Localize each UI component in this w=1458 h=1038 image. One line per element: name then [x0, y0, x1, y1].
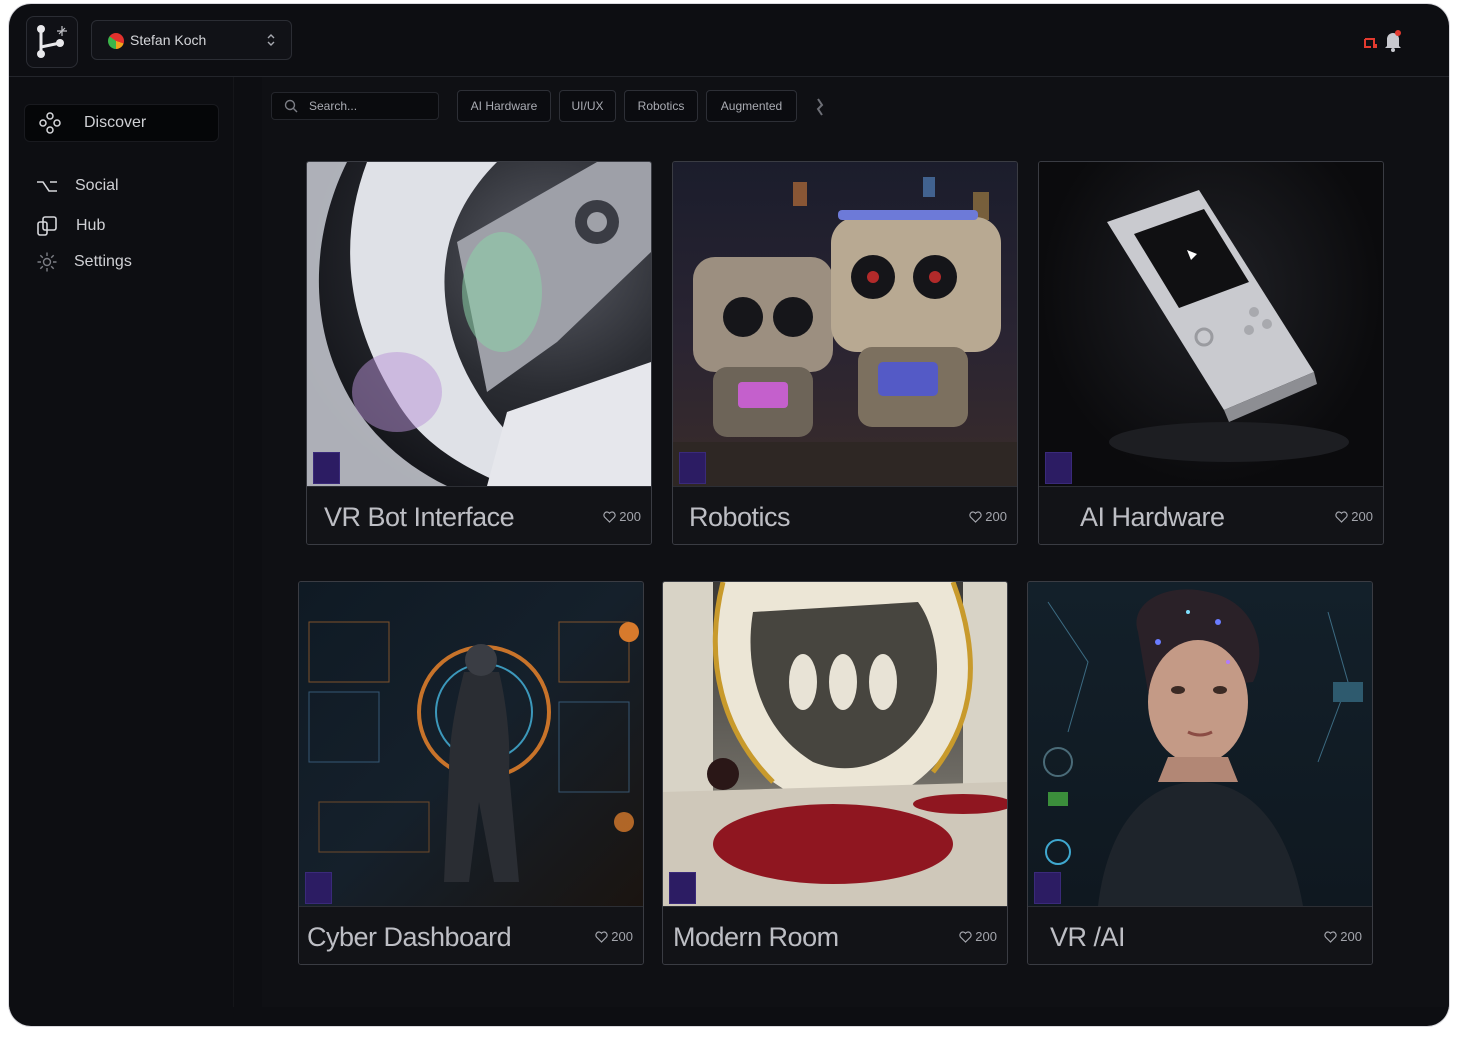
card-title: VR /AI [1050, 922, 1126, 952]
like-count: 200 [1351, 509, 1373, 524]
category-badge [679, 452, 706, 484]
heart-icon [969, 511, 982, 523]
search-input[interactable]: Search... [271, 92, 439, 120]
sidebar-item-social[interactable]: Social [24, 168, 217, 204]
card-image [299, 582, 643, 906]
like-button[interactable]: 200 [595, 929, 633, 944]
like-count: 200 [975, 929, 997, 944]
card-footer: Robotics 200 [673, 486, 1017, 544]
card-image [673, 162, 1017, 486]
sidebar-item-label: Discover [84, 114, 147, 131]
top-bar: Stefan Koch [9, 4, 1449, 77]
category-badge [305, 872, 332, 904]
card-vr-bot-interface[interactable]: VR Bot Interface 200 [306, 161, 652, 545]
like-count: 200 [1340, 929, 1362, 944]
heart-icon [959, 931, 972, 943]
card-footer: VR /AI 200 [1028, 906, 1372, 964]
user-switcher[interactable]: Stefan Koch [91, 20, 292, 60]
sidebar-item-label: Hub [76, 217, 106, 234]
user-name: Stefan Koch [130, 32, 207, 48]
option-key-icon [36, 175, 58, 197]
discover-icon [39, 112, 61, 134]
category-badge [669, 872, 696, 904]
card-ai-hardware[interactable]: AI Hardware 200 [1038, 161, 1384, 545]
card-modern-room[interactable]: Modern Room 200 [662, 581, 1008, 965]
card-robotics[interactable]: Robotics 200 [672, 161, 1018, 545]
card-title: Robotics [689, 502, 791, 532]
sidebar: Discover Social Hub Settings [9, 77, 234, 1007]
filter-chip-augmented[interactable]: Augmented [706, 90, 797, 122]
card-cyber-dashboard[interactable]: Cyber Dashboard 200 [298, 581, 644, 965]
sidebar-item-label: Social [75, 177, 119, 194]
card-title: VR Bot Interface [324, 502, 515, 532]
card-footer: VR Bot Interface 200 [307, 486, 651, 544]
like-count: 200 [611, 929, 633, 944]
sidebar-item-label: Settings [74, 253, 132, 270]
card-footer: Cyber Dashboard 200 [299, 906, 643, 964]
like-button[interactable]: 200 [1335, 509, 1373, 524]
card-image [1028, 582, 1372, 906]
logo-icon[interactable] [26, 16, 78, 68]
category-badge [313, 452, 340, 484]
bell-icon[interactable] [1383, 30, 1403, 57]
main-content: Search... AI Hardware UI/UX Robotics Aug… [262, 77, 1449, 1007]
filter-chip-uiux[interactable]: UI/UX [559, 90, 616, 122]
like-button[interactable]: 200 [969, 509, 1007, 524]
filter-chip-ai-hardware[interactable]: AI Hardware [457, 90, 551, 122]
heart-icon [603, 511, 616, 523]
heart-icon [1324, 931, 1337, 943]
card-image [1039, 162, 1383, 486]
app-window: Stefan Koch Discover Social Hub Settings… [9, 4, 1449, 1026]
card-title: AI Hardware [1080, 502, 1225, 532]
card-image [663, 582, 1007, 906]
card-title: Cyber Dashboard [307, 922, 512, 952]
gear-icon [36, 251, 58, 273]
heart-icon [595, 931, 608, 943]
user-avatar [108, 33, 124, 49]
card-footer: Modern Room 200 [663, 906, 1007, 964]
sidebar-item-settings[interactable]: Settings [24, 244, 217, 280]
hub-icon [36, 215, 58, 237]
sidebar-item-discover[interactable]: Discover [24, 104, 219, 142]
filter-chip-robotics[interactable]: Robotics [624, 90, 698, 122]
card-footer: AI Hardware 200 [1039, 486, 1383, 544]
like-button[interactable]: 200 [603, 509, 641, 524]
like-button[interactable]: 200 [959, 929, 997, 944]
chevron-updown-icon [265, 32, 277, 53]
category-badge [1034, 872, 1061, 904]
like-button[interactable]: 200 [1324, 929, 1362, 944]
card-title: Modern Room [673, 922, 839, 952]
card-vr-ai[interactable]: VR /AI 200 [1027, 581, 1373, 965]
search-icon [284, 99, 298, 118]
search-placeholder: Search... [309, 99, 358, 113]
like-count: 200 [985, 509, 1007, 524]
heart-icon [1335, 511, 1348, 523]
card-image [307, 162, 651, 486]
category-badge [1045, 452, 1072, 484]
sidebar-item-hub[interactable]: Hub [24, 208, 217, 244]
screen-icon[interactable] [1363, 36, 1379, 54]
like-count: 200 [619, 509, 641, 524]
filter-more-icon[interactable] [815, 97, 825, 122]
